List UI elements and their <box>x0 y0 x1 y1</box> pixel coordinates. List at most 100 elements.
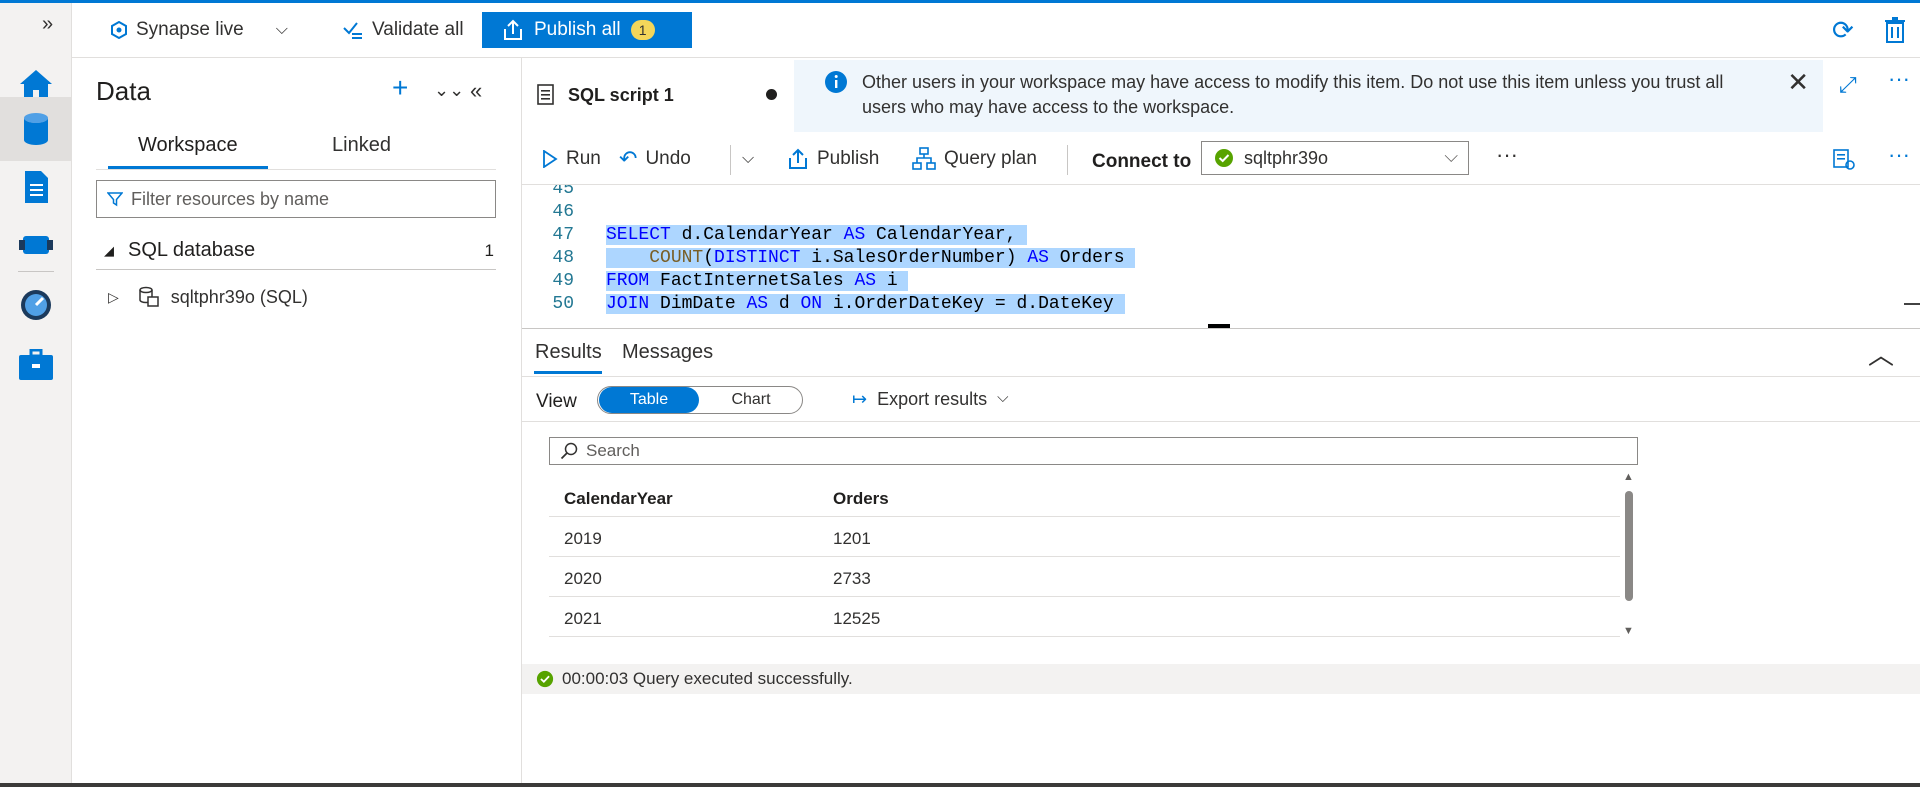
publish-icon <box>504 19 522 40</box>
line-number: 50 <box>552 294 574 314</box>
properties-icon[interactable] <box>1833 143 1855 175</box>
expand-triangle-icon: ▷ <box>108 288 119 305</box>
scroll-down-icon[interactable]: ▼ <box>1623 625 1634 637</box>
left-nav-rail: » <box>0 3 72 783</box>
column-header[interactable]: CalendarYear <box>564 489 673 509</box>
data-tabs: Workspace Linked <box>96 128 496 170</box>
undo-button[interactable]: ↶ Undo <box>619 143 691 175</box>
code-text: FROM FactInternetSales AS i <box>606 271 909 291</box>
run-button[interactable]: Run <box>542 143 601 175</box>
pending-changes-badge: 1 <box>630 20 655 40</box>
publish-button[interactable]: Publish <box>787 143 879 175</box>
validate-all-button[interactable]: Validate all <box>342 13 464 47</box>
active-tab-indicator <box>534 371 602 374</box>
results-scrollbar[interactable]: ▲ ▼ <box>1623 471 1635 639</box>
script-toolbar: Run ↶ Undo ⌵ Publish Query plan Connect … <box>522 133 1920 185</box>
expand-all-icon[interactable]: ⌄⌄ <box>434 80 464 101</box>
results-search-input[interactable] <box>586 441 1586 461</box>
table-cell: 2020 <box>564 569 602 588</box>
manage-hub-icon[interactable] <box>0 333 72 397</box>
column-header[interactable]: Orders <box>833 489 889 509</box>
top-command-bar: Synapse live ⌵ Validate all Publish all … <box>72 3 1920 58</box>
run-label: Run <box>566 148 601 169</box>
code-line: 46 <box>522 202 1902 225</box>
tab-sql-script-1[interactable]: SQL script 1 <box>522 58 794 132</box>
validate-all-label: Validate all <box>372 19 464 40</box>
export-results-dropdown[interactable]: ↦ Export results ⌵ <box>852 389 1009 410</box>
query-status-text: 00:00:03 Query executed successfully. <box>562 669 853 688</box>
synapse-icon <box>111 21 127 39</box>
chevron-down-icon: ⌵ <box>997 389 1009 406</box>
data-panel: Data + ⌄⌄ « Workspace Linked ◢ SQL datab… <box>72 58 522 787</box>
more-options-icon[interactable]: ··· <box>1888 139 1910 171</box>
script-tab-title: SQL script 1 <box>568 84 674 105</box>
scrollbar-thumb[interactable] <box>1625 491 1633 601</box>
monitor-hub-icon[interactable] <box>0 273 72 337</box>
info-banner: Other users in your workspace may have a… <box>794 60 1823 132</box>
view-table-option[interactable]: Table <box>599 387 699 413</box>
add-resource-icon[interactable]: + <box>392 72 408 104</box>
refresh-icon[interactable]: ⟳ <box>1832 13 1854 47</box>
search-icon <box>560 442 578 460</box>
collapse-results-icon[interactable]: ︿ <box>1868 335 1894 372</box>
validate-icon <box>343 22 362 39</box>
collapse-panel-icon[interactable]: « <box>470 78 482 104</box>
active-tab-indicator <box>108 166 268 169</box>
code-text: SELECT d.CalendarYear AS CalendarYear, <box>606 225 1028 245</box>
code-line: 48 COUNT(DISTINCT i.SalesOrderNumber) AS… <box>522 248 1902 271</box>
table-cell: 2733 <box>833 569 871 588</box>
success-check-icon <box>536 670 554 688</box>
data-hub-icon[interactable] <box>0 97 72 161</box>
line-number: 46 <box>552 202 574 222</box>
tab-results[interactable]: Results <box>535 341 602 364</box>
discard-all-icon[interactable] <box>1884 13 1906 47</box>
results-search-field[interactable] <box>549 437 1638 465</box>
section-label: SQL database <box>128 239 256 261</box>
line-number: 49 <box>552 271 574 291</box>
integrate-hub-icon[interactable] <box>0 213 72 277</box>
expand-rail-icon[interactable]: » <box>42 13 53 36</box>
collapse-triangle-icon: ◢ <box>104 242 114 258</box>
tab-linked[interactable]: Linked <box>332 134 391 157</box>
filter-resources-field[interactable] <box>96 180 496 218</box>
close-icon[interactable]: ✕ <box>1787 69 1809 95</box>
table-cell: 12525 <box>833 609 881 628</box>
scroll-up-icon[interactable]: ▲ <box>1623 471 1634 483</box>
code-line: 50 JOIN DimDate AS d ON i.OrderDateKey =… <box>522 294 1902 317</box>
view-label: View <box>536 391 577 412</box>
code-line: 49 FROM FactInternetSales AS i <box>522 271 1902 294</box>
connected-check-icon <box>1215 149 1233 167</box>
table-cell: 2021 <box>564 609 602 628</box>
synapse-studio: » Synapse live ⌵ Validate all Publish al… <box>0 0 1920 787</box>
workspace-mode-label: Synapse live <box>136 19 244 40</box>
undo-dropdown-icon[interactable]: ⌵ <box>742 143 754 175</box>
editor-area: SQL script 1 Other users in your workspa… <box>522 58 1920 787</box>
maximize-icon[interactable]: ⤢ <box>1839 72 1857 98</box>
sql-code-editor[interactable]: 45 46 47 SELECT d.CalendarYear AS Calend… <box>522 185 1920 328</box>
table-row[interactable]: 2019 1201 <box>549 517 1620 557</box>
more-options-icon[interactable]: ··· <box>1888 66 1910 92</box>
query-plan-button[interactable]: Query plan <box>912 143 1037 175</box>
window-bottom-edge <box>0 783 1920 787</box>
rail-divider <box>18 271 54 272</box>
workspace-mode-dropdown[interactable]: Synapse live ⌵ <box>110 13 288 47</box>
table-row[interactable]: 2020 2733 <box>549 557 1620 597</box>
tree-item-sqltphr39o[interactable]: ▷ sqltphr39o (SQL) <box>108 280 308 314</box>
more-options-icon[interactable]: ··· <box>1496 139 1518 171</box>
view-chart-option[interactable]: Chart <box>701 387 801 413</box>
chevron-down-icon: ⌵ <box>1444 146 1458 166</box>
connect-to-label: Connect to <box>1092 151 1192 172</box>
connect-to-dropdown[interactable]: sqltphr39o ⌵ <box>1201 141 1469 175</box>
export-results-label: Export results <box>877 389 988 409</box>
tab-messages[interactable]: Messages <box>622 341 713 364</box>
tab-workspace[interactable]: Workspace <box>138 134 238 157</box>
filter-resources-input[interactable] <box>131 188 471 210</box>
develop-hub-icon[interactable] <box>0 155 72 219</box>
export-icon: ↦ <box>852 389 868 409</box>
run-icon <box>543 150 558 168</box>
sql-database-section[interactable]: ◢ SQL database 1 <box>96 232 496 270</box>
undo-label: Undo <box>645 148 691 169</box>
table-row[interactable]: 2021 12525 <box>549 597 1620 637</box>
code-text: JOIN DimDate AS d ON i.OrderDateKey = d.… <box>606 294 1125 314</box>
publish-all-button[interactable]: Publish all 1 <box>482 12 692 48</box>
